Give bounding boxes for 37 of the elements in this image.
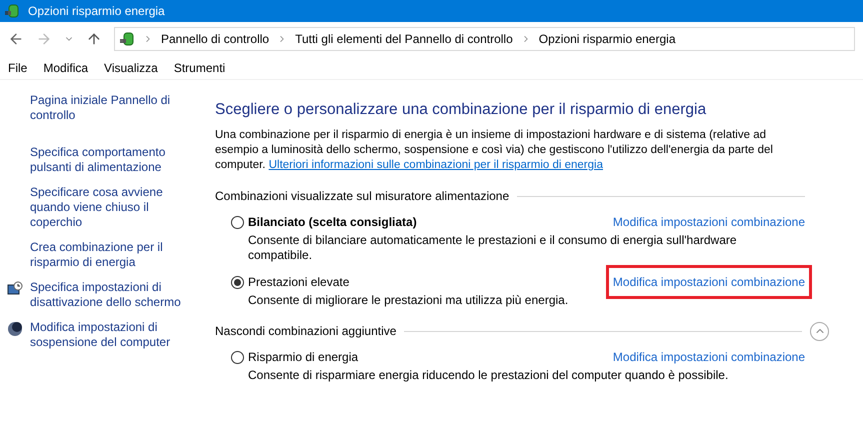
info-link[interactable]: Ulteriori informazioni sulle combinazioni per il risparmio di energia [268, 159, 603, 172]
sidebar-link[interactable]: Crea combinazione per il risparmio di energia [30, 240, 195, 270]
plan-description: Consente di risparmiare energia riducendo le prestazioni del computer quando è possibile. [247, 368, 730, 384]
breadcrumb-item[interactable]: Opzioni risparmio energia [538, 30, 676, 48]
collapse-toggle[interactable] [810, 322, 829, 341]
radio-button[interactable] [231, 276, 244, 289]
menu-item[interactable]: Visualizza [104, 58, 158, 76]
power-plug-icon [119, 31, 135, 47]
sidebar-link[interactable]: Modifica impostazioni di sospensione del computer [30, 320, 195, 350]
menu-item[interactable]: Strumenti [174, 58, 226, 76]
breadcrumb-item[interactable]: Tutti gli elementi del Pannello di controllo [295, 30, 513, 48]
page-heading: Scegliere o personalizzare una combinazione per il risparmio di energia [215, 100, 708, 120]
plan-name: Prestazioni elevate [248, 274, 350, 292]
group-header: Nascondi combinazioni aggiuntive [215, 323, 396, 340]
radio-button[interactable] [231, 216, 244, 229]
breadcrumb-item[interactable]: Pannello di controllo [161, 30, 270, 48]
monitor-clock-icon [7, 281, 23, 297]
edit-plan-link[interactable]: Modifica impostazioni combinazione [612, 275, 805, 290]
sidebar-link[interactable]: Specificare cosa avviene quando viene chiuso il coperchio [30, 185, 195, 230]
address-bar[interactable]: Pannello di controllo Tutti gli elementi del Pannello di controllo Opzioni risparmio energia [114, 27, 855, 51]
sidebar-link[interactable]: Specifica comportamento pulsanti di alimentazione [30, 145, 195, 175]
power-plug-icon [4, 3, 20, 19]
plan-description: Consente di migliorare le prestazioni ma utilizza più energia. [247, 293, 570, 308]
edit-plan-link[interactable]: Modifica impostazioni combinazione [612, 348, 805, 366]
window-title: Opzioni risparmio energia [28, 3, 165, 20]
sidebar-link[interactable]: Specifica impostazioni di disattivazione dello schermo [30, 280, 195, 310]
plan-name: Bilanciato (scelta consigliata) [248, 214, 417, 232]
plan-description: Consente di bilanciare automaticamente le prestazioni e il consumo di energia sull'hardware compatibile. [247, 233, 738, 264]
menu-item[interactable]: Modifica [43, 58, 88, 76]
intro-paragraph: Una combinazione per il risparmio di energia è un insieme di impostazioni hardware e di sistema (relative ad esempio a luminosità dello schermo, sospensione e così via) che gestiscono l'utilizzo dell'energia da parte del computer. Ulteriori informazioni sulle combinazioni per il risparmio di energia [215, 128, 774, 174]
menu-item[interactable]: File [8, 58, 28, 76]
edit-plan-link[interactable]: Modifica impostazioni combinazione [612, 213, 805, 232]
sidebar-link[interactable]: Pagina iniziale Pannello di controllo [30, 93, 195, 123]
radio-button[interactable] [231, 350, 244, 364]
plan-name: Risparmio di energia [248, 349, 358, 366]
moon-icon [7, 321, 23, 337]
group-header: Combinazioni visualizzate sul misuratore alimentazione [215, 188, 510, 206]
